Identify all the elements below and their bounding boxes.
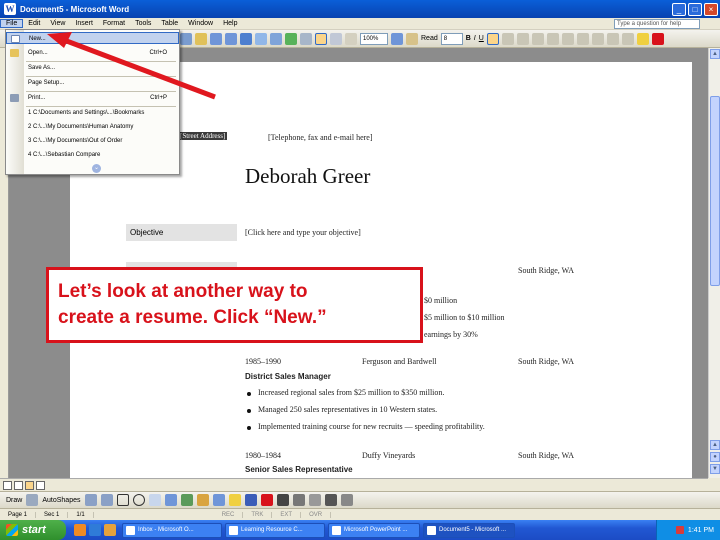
status-position: 1/1 (68, 511, 94, 518)
horizontal-scrollbar[interactable] (0, 478, 708, 491)
fill-color-icon[interactable] (228, 494, 241, 506)
dash-style-icon[interactable] (292, 494, 305, 506)
task-learning-resource[interactable]: Learning Resource C... (225, 522, 325, 538)
task-label: Inbox - Microsoft O... (138, 527, 194, 533)
start-label: start (22, 524, 46, 536)
start-button[interactable]: start (0, 520, 66, 540)
normal-view-icon[interactable] (3, 481, 12, 490)
task-inbox[interactable]: Inbox - Microsoft O... (122, 522, 222, 538)
rectangle-icon[interactable] (116, 494, 129, 506)
task-powerpoint[interactable]: Microsoft PowerPoint ... (328, 522, 420, 538)
firefox-icon[interactable] (74, 524, 86, 536)
outline-view-icon[interactable] (36, 481, 45, 490)
arrow-shaft (63, 37, 216, 100)
draw-font-color-icon[interactable] (260, 494, 273, 506)
instruction-callout: Let’s look at another way to create a re… (46, 267, 423, 343)
status-trk[interactable]: TRK (243, 511, 273, 518)
arrow-icon[interactable] (100, 494, 113, 506)
status-rec[interactable]: REC (214, 511, 244, 518)
quick-launch (74, 524, 116, 536)
line-style-icon[interactable] (276, 494, 289, 506)
3d-style-icon[interactable] (340, 494, 353, 506)
oval-icon[interactable] (132, 494, 145, 506)
status-section: Sec 1 (36, 511, 69, 518)
line-icon[interactable] (84, 494, 97, 506)
clock: 1:41 PM (687, 526, 714, 534)
taskbar: start Inbox - Microsoft O... Learning Re… (0, 520, 720, 540)
system-tray: 1:41 PM (656, 520, 720, 540)
outlook-icon[interactable] (104, 524, 116, 536)
status-ext[interactable]: EXT (272, 511, 302, 518)
task-document5[interactable]: Document5 - Microsoft ... (423, 522, 515, 538)
wordart-icon[interactable] (164, 494, 177, 506)
tray-icon[interactable] (675, 526, 684, 534)
picture-icon[interactable] (212, 494, 225, 506)
windows-logo-icon (6, 524, 18, 536)
status-ovr[interactable]: OVR (301, 511, 332, 518)
shadow-icon[interactable] (324, 494, 337, 506)
textbox-icon[interactable] (148, 494, 161, 506)
print-layout-icon[interactable] (25, 481, 34, 490)
status-page: Page 1 (0, 511, 37, 518)
web-layout-icon[interactable] (14, 481, 23, 490)
draw-menu[interactable]: Draw (6, 497, 22, 504)
task-label: Learning Resource C... (241, 527, 303, 533)
task-label: Document5 - Microsoft ... (439, 527, 507, 533)
arrow-style-icon[interactable] (308, 494, 321, 506)
powerpoint-task-icon (332, 525, 341, 535)
drawing-toolbar: Draw AutoShapes (0, 491, 720, 508)
outlook-task-icon (126, 525, 135, 535)
callout-text: Let’s look at another way to create a re… (58, 281, 327, 328)
line-color-icon[interactable] (244, 494, 257, 506)
ie-task-icon (229, 525, 238, 535)
status-bar: Page 1 Sec 1 1/1 REC TRK EXT OVR (0, 508, 720, 520)
select-objects-icon[interactable] (26, 494, 39, 506)
ie-icon[interactable] (89, 524, 101, 536)
task-label: Microsoft PowerPoint ... (344, 527, 408, 533)
clipart-icon[interactable] (196, 494, 209, 506)
diagram-icon[interactable] (180, 494, 193, 506)
word-task-icon (427, 525, 436, 535)
autoshapes-menu[interactable]: AutoShapes (42, 497, 80, 504)
